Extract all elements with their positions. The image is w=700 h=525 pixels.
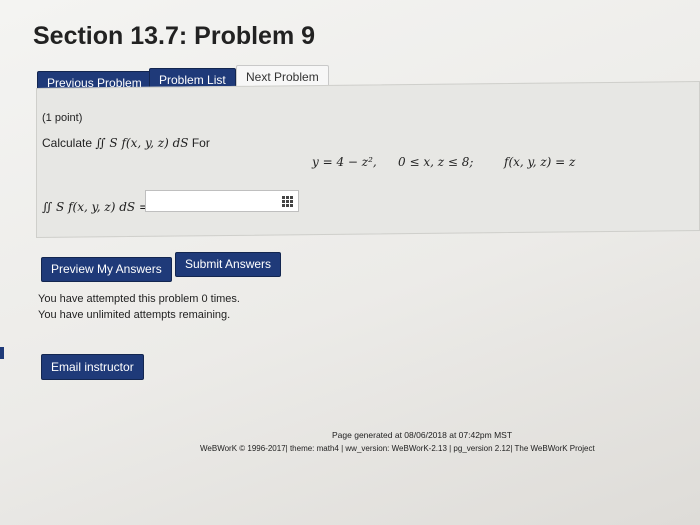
function-definition: f(x, y, z) = z — [504, 155, 576, 169]
for-label: For — [191, 136, 210, 150]
preview-answers-button[interactable]: Preview My Answers — [41, 257, 172, 282]
grid-icon[interactable] — [282, 196, 293, 207]
domain-range: 0 ≤ x, z ≤ 8; — [398, 155, 474, 169]
attempts-remaining-text: You have unlimited attempts remaining. — [38, 309, 231, 321]
answer-label: ∬ S f(x, y, z) dS = — [42, 200, 149, 214]
problem-points: (1 point) — [42, 112, 83, 124]
left-edge-marker — [0, 347, 4, 359]
submit-answers-button[interactable]: Submit Answers — [175, 252, 282, 277]
attempts-count-text: You have attempted this problem 0 times. — [38, 293, 240, 305]
problem-statement: Calculate ∬ S f(x, y, z) dS For — [42, 136, 210, 150]
surface-equation: y = 4 − z², — [312, 155, 377, 169]
email-instructor-button[interactable]: Email instructor — [41, 354, 144, 380]
answer-input[interactable] — [145, 190, 299, 212]
calculate-label: Calculate — [42, 136, 93, 150]
page-generated-text: Page generated at 08/06/2018 at 07:42pm … — [332, 430, 513, 440]
page-title: Section 13.7: Problem 9 — [33, 22, 316, 50]
surface-integral-expression: ∬ S f(x, y, z) dS — [95, 136, 189, 150]
footer-copyright: WeBWorK © 1996-2017| theme: math4 | ww_v… — [200, 444, 595, 453]
